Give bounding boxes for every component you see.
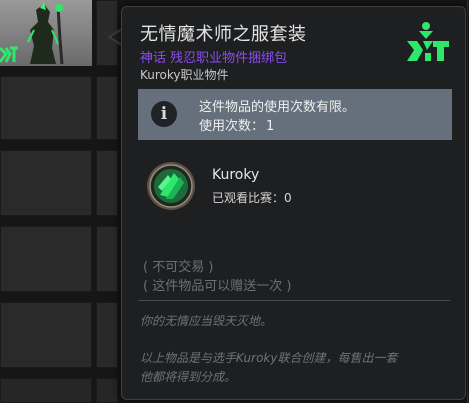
flavor-text: 你的无情应当毁天灭地。 [140, 314, 273, 328]
inventory-slot[interactable] [0, 76, 92, 140]
footer-line-1: 以上物品是与选手Kuroky联合创建，每售出一套 [140, 351, 398, 365]
uses-value: 1 [266, 119, 275, 134]
player-avatar-icon[interactable] [146, 161, 196, 211]
divider [138, 300, 450, 301]
inventory-slot[interactable] [96, 378, 118, 403]
inventory-slot[interactable] [96, 150, 118, 216]
item-type: Kuroky职业物件 [140, 68, 229, 82]
player-name: Kuroky [212, 167, 260, 183]
footer-line-2: 他都将得到分成。 [140, 370, 237, 384]
inventory-slot[interactable] [0, 378, 92, 403]
trade-status: ( 不可交易 ) [143, 260, 214, 275]
inventory-slot[interactable] [96, 302, 118, 368]
info-icon: i [151, 101, 177, 127]
inventory-slot-selected[interactable] [0, 0, 92, 66]
matches-watched-label: 已观看比赛： [212, 191, 285, 205]
inventory-slot[interactable] [96, 76, 118, 140]
usage-notice: i 这件物品的使用次数有限。 使用次数： 1 [138, 89, 452, 140]
uses-label: 使用次数： [199, 119, 265, 134]
inventory-slot[interactable] [0, 150, 92, 216]
inventory-slot[interactable] [0, 302, 92, 368]
team-logo-small-icon [0, 46, 18, 63]
matches-watched: 已观看比赛：0 [212, 189, 292, 206]
item-title: 无情魔术师之服套装 [140, 24, 307, 45]
item-rarity: 神话 残忍职业物件捆绑包 [140, 51, 288, 66]
item-tooltip: 无情魔术师之服套装 神话 残忍职业物件捆绑包 Kuroky职业物件 i 这件物品… [121, 6, 466, 400]
uses-count: 使用次数： 1 [199, 115, 274, 134]
matches-watched-value: 0 [284, 191, 292, 205]
gift-status: ( 这件物品可以赠送一次 ) [143, 279, 292, 294]
notice-text: 这件物品的使用次数有限。 [199, 100, 356, 115]
team-logo-icon [407, 22, 449, 61]
inventory-slot[interactable] [0, 226, 92, 292]
inventory-slot[interactable] [96, 226, 118, 292]
